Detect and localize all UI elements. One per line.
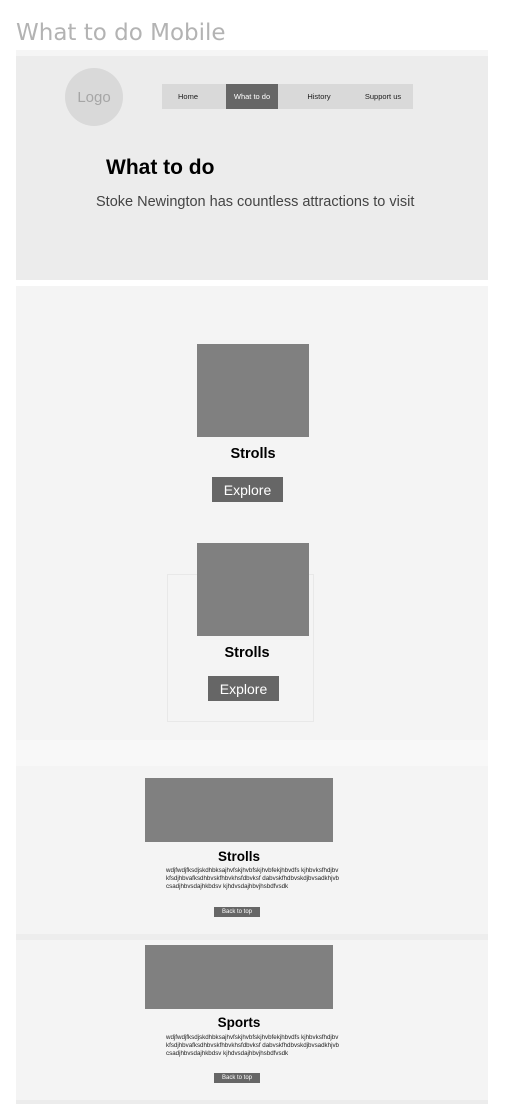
card-image: [197, 543, 309, 636]
logo[interactable]: Logo: [65, 68, 123, 126]
detail-image: [145, 778, 333, 842]
explore-button[interactable]: Explore: [208, 676, 279, 701]
detail-body: wdjfwdjfksdjskdhbksajhvfskjhvbfskjhvbfek…: [166, 867, 339, 890]
nav-item-history[interactable]: History: [293, 84, 345, 109]
detail-title: Strolls: [217, 849, 260, 864]
hero-title: What to do: [106, 156, 215, 179]
detail-title: Sports: [217, 1015, 261, 1030]
section-divider: [16, 1100, 488, 1104]
hero-subtitle: Stoke Newington has countless attraction…: [96, 194, 415, 210]
cards-section: Strolls Explore Strolls Explore: [16, 286, 488, 740]
detail-section-strolls: Strolls wdjfwdjfksdjskdhbksajhvfskjhvbfs…: [16, 766, 488, 934]
explore-button[interactable]: Explore: [212, 477, 283, 502]
card-title: Strolls: [230, 446, 276, 462]
nav-item-home[interactable]: Home: [162, 84, 214, 109]
page-title: What to do Mobile: [16, 20, 226, 46]
nav-item-support-us[interactable]: Support us: [354, 84, 412, 109]
back-to-top-button[interactable]: Back to top: [214, 907, 260, 917]
back-to-top-button[interactable]: Back to top: [214, 1073, 260, 1083]
detail-body: wdjfwdjfksdjskdhbksajhvfskjhvbfskjhvbfek…: [166, 1034, 339, 1057]
detail-image: [145, 945, 333, 1009]
nav-item-what-to-do[interactable]: What to do: [226, 84, 278, 109]
section-divider: [16, 740, 488, 766]
card-title: Strolls: [224, 645, 270, 661]
detail-section-sports: Sports wdjfwdjfksdjskdhbksajhvfskjhvbfsk…: [16, 940, 488, 1100]
nav-bar: Home What to do History Support us: [162, 84, 413, 109]
card-image: [197, 344, 309, 437]
hero-section: Logo Home What to do History Support us …: [16, 50, 488, 280]
